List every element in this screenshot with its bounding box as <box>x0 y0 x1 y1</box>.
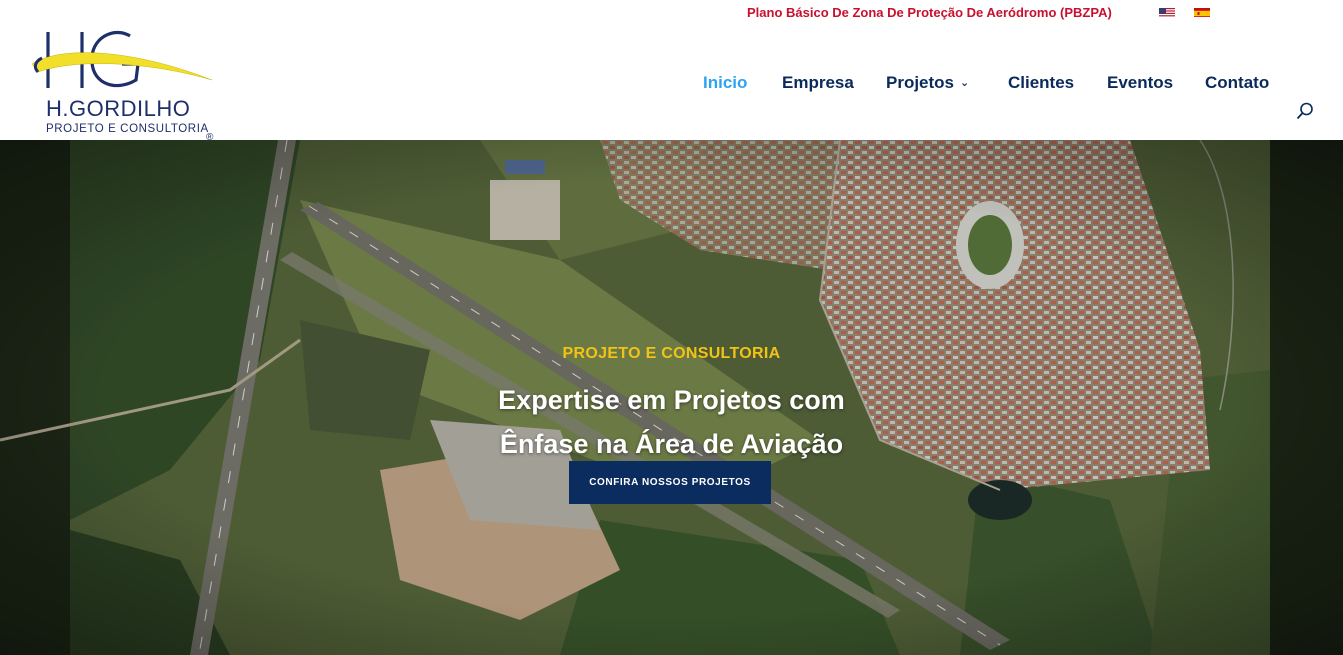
us-flag-icon[interactable] <box>1159 6 1175 17</box>
site-header: H.GORDILHO PROJETO E CONSULTORIA ® Inici… <box>0 26 1343 143</box>
confira-projetos-button[interactable]: CONFIRA NOSSOS PROJETOS <box>569 461 771 504</box>
registered-mark: ® <box>206 132 214 140</box>
hgordilho-logo[interactable]: H.GORDILHO PROJETO E CONSULTORIA ® <box>30 28 225 143</box>
logo-tagline: PROJETO E CONSULTORIA <box>46 123 209 135</box>
hero-section: PROJETO E CONSULTORIA Expertise em Proje… <box>0 140 1343 655</box>
nav-item-clientes[interactable]: Clientes <box>1008 73 1074 93</box>
hero-title-line2: Ênfase na Área de Aviação <box>499 429 844 459</box>
hero-title-line1: Expertise em Projetos com <box>498 385 845 415</box>
chevron-down-icon: ⌄ <box>960 77 970 89</box>
hero-title: Expertise em Projetos com Ênfase na Área… <box>0 378 1343 466</box>
hero-content: PROJETO E CONSULTORIA Expertise em Proje… <box>0 140 1343 655</box>
hero-eyebrow: PROJETO E CONSULTORIA <box>562 345 781 362</box>
search-icon[interactable] <box>1296 102 1314 120</box>
top-bar: Plano Básico De Zona De Proteção De Aeró… <box>0 0 1343 26</box>
pbzpa-link[interactable]: Plano Básico De Zona De Proteção De Aeró… <box>747 5 1112 20</box>
nav-item-eventos[interactable]: Eventos <box>1107 73 1173 93</box>
nav-item-contato[interactable]: Contato <box>1205 73 1269 93</box>
logo-name: H.GORDILHO <box>46 96 190 121</box>
nav-item-empresa[interactable]: Empresa <box>782 73 854 93</box>
nav-item-projetos-label: Projetos <box>886 73 955 92</box>
nav-item-inicio[interactable]: Inicio <box>703 73 747 93</box>
es-flag-icon[interactable] <box>1194 6 1210 17</box>
nav-item-projetos[interactable]: Projetos ⌄ <box>886 73 969 93</box>
